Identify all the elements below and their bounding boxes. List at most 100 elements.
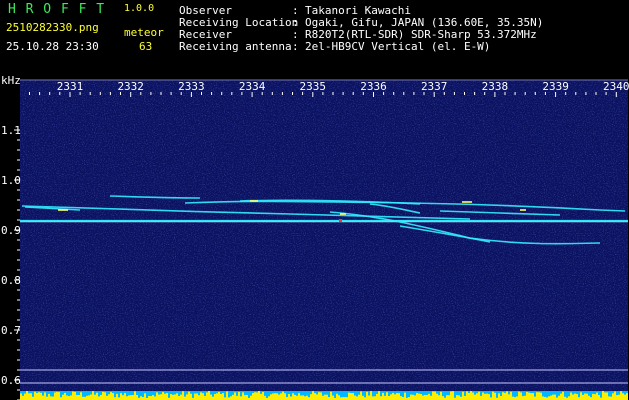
baseline-bar [584,393,586,400]
baseline-bar [252,393,254,400]
baseline-bar [88,395,90,400]
baseline-bar [374,396,376,400]
x-tick-label: 2333 [178,80,205,93]
baseline-bar [360,391,362,400]
baseline-bar [304,396,306,400]
baseline-bar [358,394,360,400]
baseline-bar [314,393,316,400]
baseline-bar [502,392,504,400]
baseline-bar [182,391,184,400]
baseline-bar [250,395,252,400]
baseline-bar [100,394,102,400]
x-tick-label: 2335 [300,80,327,93]
baseline-bar [120,393,122,400]
baseline-bar [482,392,484,400]
baseline-bar [582,394,584,400]
baseline-bar [474,394,476,400]
x-tick-label: 2339 [542,80,569,93]
baseline-bar [448,395,450,400]
baseline-bar [134,391,136,400]
baseline-bar [26,391,28,400]
baseline-bar [156,392,158,400]
baseline-bar [626,393,628,400]
baseline-bar [534,396,536,400]
baseline-bar [86,395,88,400]
baseline-bar [98,396,100,400]
baseline-bar [580,392,582,400]
baseline-bar [240,396,242,400]
y-tick-label: 1.1 [1,124,21,137]
baseline-bar [262,391,264,400]
baseline-bar [318,392,320,400]
baseline-bar [494,392,496,400]
baseline-bar [50,396,52,400]
baseline-bar [606,392,608,400]
baseline-bar [452,391,454,400]
spectrogram-plot: 1.1 1.0 0.9 0.8 0.7 0.6 2331 2332 2333 2334 2335 2… [1,79,629,400]
baseline-bar [48,393,50,400]
baseline-bar [30,393,32,400]
baseline-bar [390,394,392,400]
baseline-bar [518,391,520,400]
baseline-bar [466,391,468,400]
baseline-bar [222,393,224,400]
baseline-bar [188,391,190,400]
baseline-bar [264,395,266,400]
baseline-bar [332,395,334,400]
baseline-bar [470,391,472,400]
baseline-bar [614,391,616,400]
baseline-bar [40,392,42,400]
baseline-bar [532,393,534,400]
baseline-bar [52,396,54,400]
baseline-bar [296,395,298,400]
baseline-bar [464,395,466,400]
baseline-bar [356,396,358,400]
baseline-bar [54,392,56,400]
baseline-bar [124,393,126,400]
baseline-bar [572,394,574,400]
baseline-bar [530,393,532,400]
baseline-bar [230,396,232,400]
baseline-bar [104,392,106,400]
baseline-bar [206,392,208,400]
baseline-bar [574,393,576,400]
baseline-bar [242,392,244,400]
baseline-bar [72,391,74,400]
baseline-bar [130,395,132,400]
baseline-bar [486,393,488,400]
baseline-bar [396,393,398,400]
x-tick-label: 2336 [360,80,387,93]
baseline-bar [586,393,588,400]
baseline-bar [28,393,30,400]
baseline-bar [272,393,274,400]
baseline-bar [58,392,60,400]
baseline-bar [542,396,544,400]
baseline-bar [186,394,188,400]
baseline-bar [604,392,606,400]
baseline-bar [268,396,270,400]
baseline-bar [552,394,554,400]
baseline-bar [218,391,220,400]
baseline-bar [112,393,114,400]
baseline-bar [568,396,570,400]
x-tick-label: 2338 [482,80,509,93]
baseline-bar [92,391,94,400]
baseline-bar [414,395,416,400]
baseline-bar [362,395,364,400]
baseline-bar [284,393,286,400]
baseline-bar [180,394,182,400]
baseline-bar [372,396,374,400]
baseline-bar [66,395,68,400]
x-tick-label: 2340 [603,80,629,93]
x-tick-label: 2334 [239,80,266,93]
baseline-bar [194,393,196,400]
baseline-bar [166,393,168,400]
baseline-bar [70,395,72,400]
baseline-bar [404,392,406,400]
x-tick-label: 2337 [421,80,448,93]
baseline-bar [422,395,424,400]
baseline-bar [520,392,522,400]
baseline-bar [36,393,38,400]
baseline-bar [198,395,200,400]
baseline-bar [236,395,238,400]
